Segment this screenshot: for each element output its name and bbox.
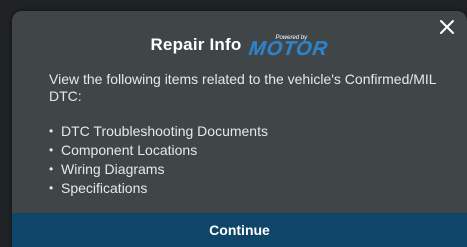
list-item-label: Specifications bbox=[61, 180, 148, 196]
dialog-title: Repair Info bbox=[150, 35, 242, 54]
list-item: • Component Locations bbox=[49, 141, 268, 160]
bullet: • bbox=[49, 162, 54, 176]
bullet: • bbox=[49, 124, 54, 138]
related-items-list: • DTC Troubleshooting Documents • Compon… bbox=[49, 122, 268, 198]
bullet: • bbox=[49, 143, 54, 157]
list-item-label: Wiring Diagrams bbox=[61, 161, 165, 177]
motor-logo: Powered by MOTOR bbox=[247, 35, 331, 60]
list-item-label: Component Locations bbox=[61, 142, 198, 158]
repair-info-dialog: Repair Info Powered by MOTOR View the fo… bbox=[12, 11, 467, 247]
continue-button[interactable]: Continue bbox=[12, 213, 467, 247]
list-item: • Wiring Diagrams bbox=[49, 160, 268, 179]
list-item: • DTC Troubleshooting Documents bbox=[49, 122, 268, 141]
motor-logo-text: MOTOR bbox=[247, 37, 331, 60]
list-item: • Specifications bbox=[49, 179, 268, 198]
dialog-header: Repair Info Powered by MOTOR bbox=[12, 27, 467, 63]
dialog-description: View the following items related to the … bbox=[49, 71, 437, 104]
close-icon[interactable] bbox=[437, 17, 457, 37]
bullet: • bbox=[49, 181, 54, 195]
list-item-label: DTC Troubleshooting Documents bbox=[61, 123, 268, 139]
